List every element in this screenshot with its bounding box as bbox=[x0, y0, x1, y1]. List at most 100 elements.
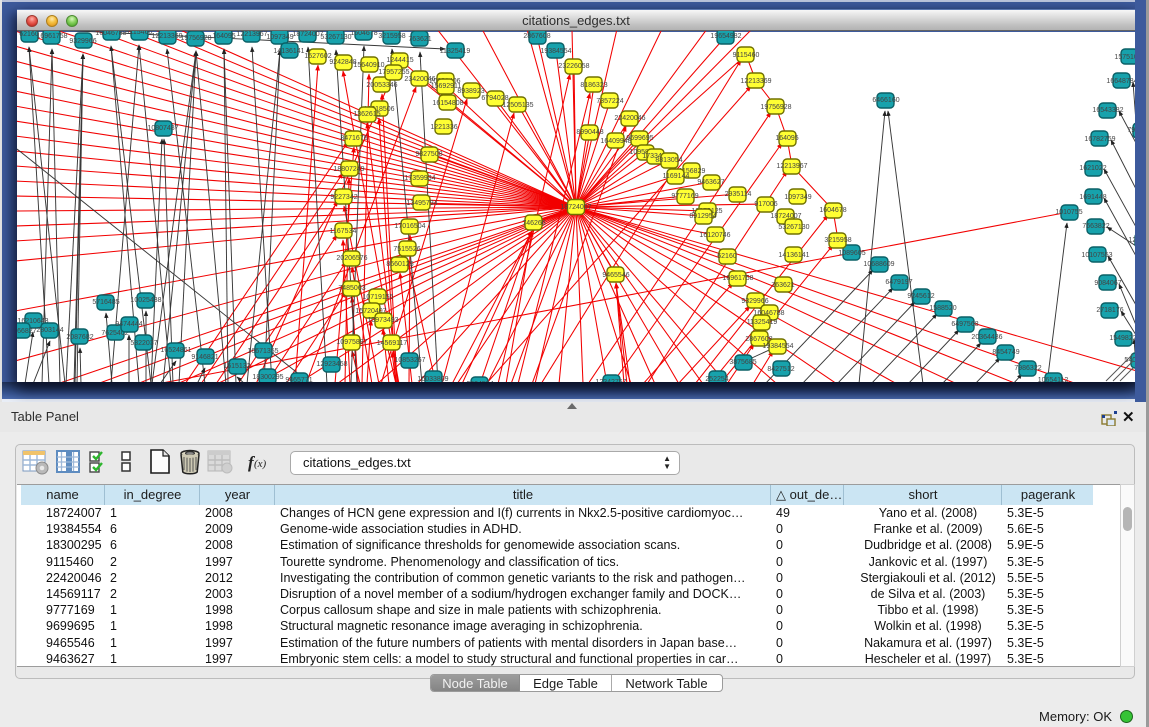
svg-text:1221336: 1221336 bbox=[430, 124, 457, 131]
svg-text:9474444: 9474444 bbox=[115, 321, 142, 328]
svg-text:16671355: 16671355 bbox=[247, 348, 278, 355]
svg-text:7663822: 7663822 bbox=[1082, 223, 1109, 230]
svg-text:10654112: 10654112 bbox=[1038, 377, 1069, 382]
svg-text:2718176: 2718176 bbox=[1096, 307, 1123, 314]
svg-text:1097349: 1097349 bbox=[784, 194, 811, 201]
svg-text:11325419: 11325419 bbox=[747, 319, 778, 326]
svg-text:53267130: 53267130 bbox=[778, 224, 809, 231]
svg-text:8990448: 8990448 bbox=[576, 129, 603, 136]
svg-text:8912954: 8912954 bbox=[689, 213, 716, 220]
svg-text:16033809: 16033809 bbox=[417, 376, 448, 382]
svg-text:13495794: 13495794 bbox=[406, 200, 437, 207]
svg-text:9329966: 9329966 bbox=[69, 38, 96, 45]
svg-text:19756928: 19756928 bbox=[760, 104, 791, 111]
svg-text:9699695: 9699695 bbox=[626, 135, 653, 142]
svg-text:9146821: 9146821 bbox=[191, 354, 218, 361]
svg-text:6794028: 6794028 bbox=[481, 95, 508, 102]
svg-text:3215958: 3215958 bbox=[824, 237, 851, 244]
svg-text:15751074: 15751074 bbox=[1114, 54, 1135, 61]
svg-text:1527602: 1527602 bbox=[304, 53, 331, 60]
svg-text:62160: 62160 bbox=[717, 253, 737, 260]
svg-text:22420046: 22420046 bbox=[614, 115, 645, 122]
svg-text:5322037: 5322037 bbox=[130, 340, 157, 347]
svg-text:763621: 763621 bbox=[408, 36, 431, 43]
svg-text:8938923: 8938923 bbox=[457, 88, 484, 95]
svg-text:16154808: 16154808 bbox=[432, 100, 463, 107]
svg-text:19384554: 19384554 bbox=[762, 343, 793, 350]
svg-text:9115460: 9115460 bbox=[126, 31, 153, 36]
svg-text:9777169: 9777169 bbox=[671, 193, 698, 200]
svg-text:164095: 164095 bbox=[212, 33, 235, 40]
svg-text:12213967: 12213967 bbox=[236, 31, 267, 38]
svg-text:18724007: 18724007 bbox=[560, 204, 591, 211]
svg-text:9115460: 9115460 bbox=[733, 52, 760, 59]
svg-text:14136141: 14136141 bbox=[273, 48, 304, 55]
svg-text:17016504: 17016504 bbox=[394, 223, 425, 230]
svg-text:2867608: 2867608 bbox=[523, 33, 550, 40]
svg-text:12505135: 12505135 bbox=[502, 102, 533, 109]
svg-text:1244415: 1244415 bbox=[386, 57, 413, 64]
svg-text:9084067: 9084067 bbox=[1094, 280, 1121, 287]
svg-text:1604678: 1604678 bbox=[819, 207, 846, 214]
svg-text:8427512: 8427512 bbox=[767, 366, 794, 373]
svg-text:746266: 746266 bbox=[522, 220, 545, 227]
svg-text:1089605: 1089605 bbox=[838, 250, 865, 257]
svg-text:19384554: 19384554 bbox=[540, 48, 571, 55]
svg-text:19166827: 19166827 bbox=[17, 328, 37, 335]
svg-text:6466160: 6466160 bbox=[872, 97, 899, 104]
svg-text:9227342: 9227342 bbox=[330, 194, 357, 201]
svg-text:763621: 763621 bbox=[771, 282, 794, 289]
svg-text:1169144: 1169144 bbox=[663, 173, 690, 180]
svg-text:10688609: 10688609 bbox=[863, 261, 894, 268]
svg-text:9827508: 9827508 bbox=[415, 151, 442, 158]
svg-text:9329966: 9329966 bbox=[741, 298, 768, 305]
svg-text:2087682: 2087682 bbox=[66, 334, 93, 341]
svg-text:2803144: 2803144 bbox=[36, 327, 63, 334]
svg-text:6497568: 6497568 bbox=[951, 321, 978, 328]
svg-text:7955812: 7955812 bbox=[1127, 127, 1135, 134]
svg-text:2935114: 2935114 bbox=[725, 191, 752, 198]
svg-text:20364436: 20364436 bbox=[971, 334, 1002, 341]
svg-text:7986322: 7986322 bbox=[1014, 365, 1041, 372]
svg-text:23226058: 23226058 bbox=[558, 63, 589, 70]
svg-text:7357224: 7357224 bbox=[596, 98, 623, 105]
svg-text:1604678: 1604678 bbox=[350, 31, 377, 37]
svg-text:1097349: 1097349 bbox=[266, 34, 293, 41]
svg-text:12923468: 12923468 bbox=[316, 361, 347, 368]
svg-text:8660125: 8660125 bbox=[386, 261, 413, 268]
svg-text:20053346: 20053346 bbox=[366, 82, 397, 89]
svg-text:10975887: 10975887 bbox=[336, 339, 367, 346]
svg-text:19654982: 19654982 bbox=[710, 33, 741, 40]
svg-text:164095: 164095 bbox=[775, 135, 798, 142]
svg-text:14569117: 14569117 bbox=[377, 340, 408, 347]
svg-text:12213369: 12213369 bbox=[151, 33, 182, 40]
svg-text:10807487: 10807487 bbox=[147, 125, 178, 132]
svg-text:8813054: 8813054 bbox=[655, 157, 682, 164]
svg-text:10853267: 10853267 bbox=[394, 357, 425, 364]
svg-text:1615132: 1615132 bbox=[223, 363, 250, 370]
svg-text:9245612: 9245612 bbox=[907, 293, 934, 300]
svg-text:18300295: 18300295 bbox=[252, 374, 283, 381]
svg-text:53267130: 53267130 bbox=[320, 34, 351, 41]
svg-text:10973493: 10973493 bbox=[367, 317, 398, 324]
svg-text:(x): (x) bbox=[254, 458, 267, 470]
svg-text:9465546: 9465546 bbox=[602, 272, 629, 279]
svg-text:16543382: 16543382 bbox=[1092, 107, 1123, 114]
svg-text:7485063: 7485063 bbox=[338, 285, 365, 292]
svg-text:3624554: 3624554 bbox=[466, 381, 493, 382]
svg-text:917006: 917006 bbox=[754, 201, 777, 208]
svg-text:17957255: 17957255 bbox=[378, 69, 409, 76]
svg-text:16524861: 16524861 bbox=[160, 347, 191, 354]
svg-text:12342757: 12342757 bbox=[595, 379, 626, 382]
svg-text:6479197: 6479197 bbox=[885, 279, 912, 286]
svg-text:20206576: 20206576 bbox=[336, 255, 367, 262]
svg-text:3875685: 3875685 bbox=[729, 359, 756, 366]
svg-text:16782759: 16782759 bbox=[1084, 136, 1115, 143]
svg-text:19756928: 19756928 bbox=[180, 35, 211, 42]
svg-text:12213967: 12213967 bbox=[776, 163, 807, 170]
svg-text:10107553: 10107553 bbox=[1081, 252, 1112, 259]
svg-text:18807249: 18807249 bbox=[333, 166, 364, 173]
svg-text:1549822: 1549822 bbox=[1109, 335, 1135, 342]
svg-text:1010755: 1010755 bbox=[1055, 209, 1082, 216]
svg-text:11325419: 11325419 bbox=[440, 48, 471, 55]
